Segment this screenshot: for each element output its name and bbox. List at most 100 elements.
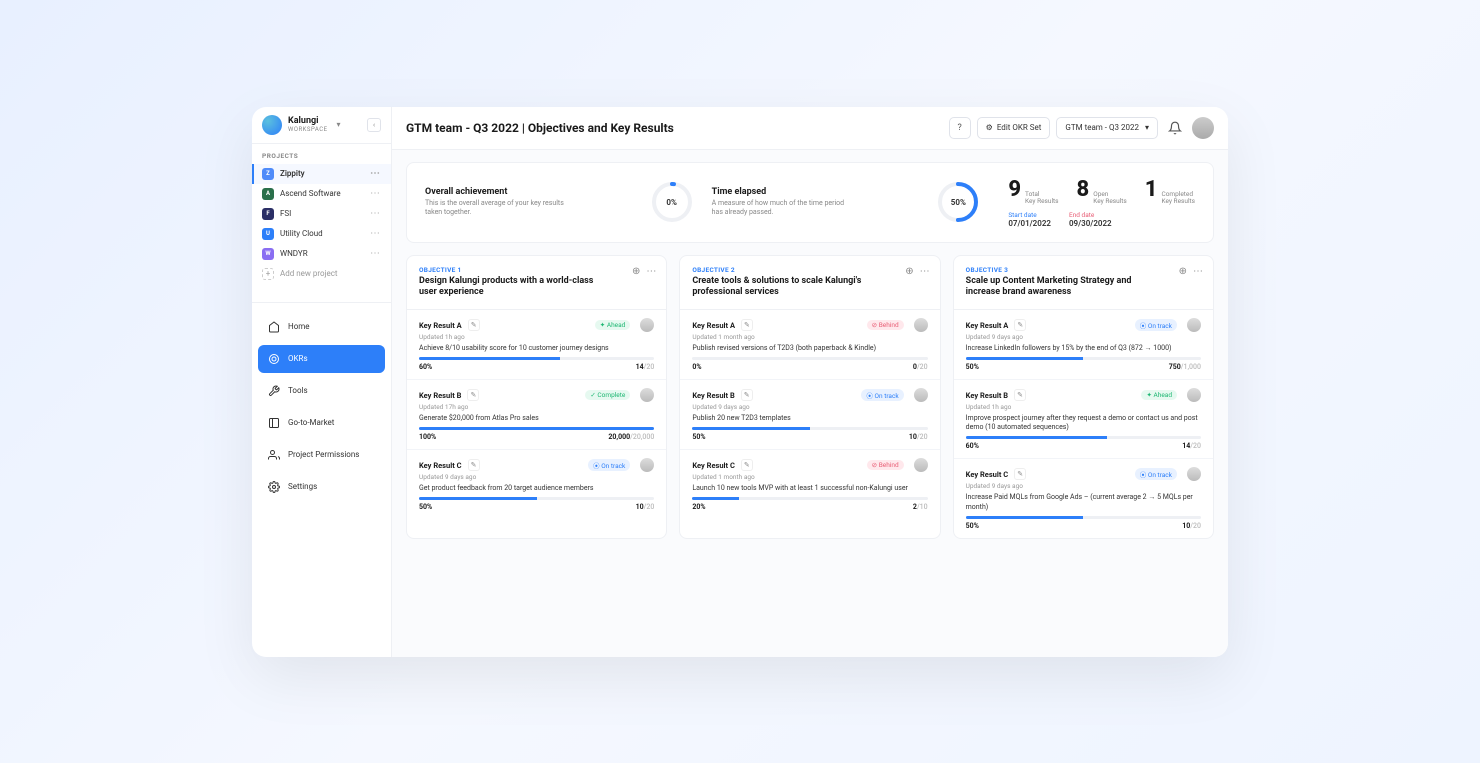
key-result-card[interactable]: Key Result B ✎ ✦ Ahead Updated 1h ago Im… (954, 380, 1213, 459)
key-result-card[interactable]: Key Result A ✎ ⊘ Behind Updated 1 month … (680, 310, 939, 380)
objective-title: Design Kalungi products with a world-cla… (419, 276, 599, 299)
key-result-card[interactable]: Key Result A ✎ ⦿ On track Updated 9 days… (954, 310, 1213, 380)
date-range: Start date 07/01/2022 End date 09/30/202… (1008, 211, 1195, 228)
objective-column: OBJECTIVE 3 Scale up Content Marketing S… (953, 255, 1214, 539)
progress-bar (419, 357, 654, 360)
end-date: End date 09/30/2022 (1069, 211, 1112, 228)
end-date-label: End date (1069, 211, 1112, 219)
key-result-card[interactable]: Key Result C ✎ ⊘ Behind Updated 1 month … (680, 450, 939, 519)
notifications-button[interactable] (1164, 117, 1186, 139)
nav-label: Home (288, 322, 310, 331)
add-kr-icon[interactable]: ⊕ (905, 266, 913, 277)
edit-icon[interactable]: ✎ (741, 389, 753, 401)
metric-number: 8 (1077, 177, 1090, 202)
workspace-switcher[interactable]: Kalungi WORKSPACE ▾ ‹ (252, 107, 391, 144)
nav-item-settings[interactable]: Settings (258, 473, 385, 501)
project-more-icon[interactable]: ⋯ (370, 188, 381, 199)
edit-icon[interactable]: ✎ (741, 319, 753, 331)
sidebar: Kalungi WORKSPACE ▾ ‹ PROJECTS ZZippity⋯… (252, 107, 392, 657)
status-badge: ⦿ On track (1135, 319, 1177, 331)
more-icon[interactable]: ⋯ (920, 266, 930, 277)
sidebar-project-item[interactable]: AAscend Software⋯ (252, 184, 391, 204)
owner-avatar[interactable] (640, 318, 654, 332)
nav-item-home[interactable]: Home (258, 313, 385, 341)
key-result-card[interactable]: Key Result B ✎ ⦿ On track Updated 9 days… (680, 380, 939, 450)
kr-target: /20 (917, 433, 928, 441)
objective-title: Create tools & solutions to scale Kalung… (692, 276, 872, 299)
nav-item-project-permissions[interactable]: Project Permissions (258, 441, 385, 469)
collapse-sidebar-button[interactable]: ‹ (367, 118, 381, 132)
key-result-card[interactable]: Key Result B ✎ ✓ Complete Updated 17h ag… (407, 380, 666, 450)
more-icon[interactable]: ⋯ (1193, 266, 1203, 277)
status-badge: ✦ Ahead (1141, 390, 1177, 400)
progress-bar (419, 427, 654, 430)
workspace-name: Kalungi (288, 116, 328, 126)
owner-avatar[interactable] (640, 458, 654, 472)
more-icon[interactable]: ⋯ (646, 266, 656, 277)
project-label: WNDYR (280, 249, 308, 258)
help-button[interactable]: ? (949, 117, 971, 139)
nav-label: Go-to-Market (288, 418, 334, 427)
kr-updated: Updated 1h ago (966, 403, 1201, 411)
chevron-down-icon: ▾ (1145, 123, 1149, 132)
topbar: GTM team - Q3 2022 | Objectives and Key … (392, 107, 1228, 150)
edit-icon[interactable]: ✎ (1014, 468, 1026, 480)
owner-avatar[interactable] (914, 318, 928, 332)
sidebar-project-item[interactable]: WWNDYR⋯ (252, 244, 391, 264)
edit-okr-set-button[interactable]: ⚙ Edit OKR Set (977, 117, 1051, 139)
project-more-icon[interactable]: ⋯ (370, 168, 381, 179)
sidebar-project-item[interactable]: UUtility Cloud⋯ (252, 224, 391, 244)
top-actions: ? ⚙ Edit OKR Set GTM team - Q3 2022 ▾ (949, 117, 1214, 139)
status-badge: ✦ Ahead (595, 320, 631, 330)
project-icon: F (262, 208, 274, 220)
kr-list: Key Result A ✎ ✦ Ahead Updated 1h ago Ac… (407, 310, 666, 519)
key-result-card[interactable]: Key Result C ✎ ⦿ On track Updated 9 days… (954, 459, 1213, 537)
progress-bar (692, 497, 927, 500)
gear-icon: ⚙ (986, 123, 993, 132)
achievement-ring: 0% (650, 180, 694, 224)
stats-card: Overall achievement This is the overall … (406, 162, 1214, 243)
owner-avatar[interactable] (1187, 318, 1201, 332)
nav-icon (268, 385, 280, 397)
add-project-button[interactable]: + Add new project (252, 264, 391, 284)
status-badge: ✓ Complete (585, 390, 630, 400)
project-more-icon[interactable]: ⋯ (370, 208, 381, 219)
sidebar-project-item[interactable]: ZZippity⋯ (252, 164, 391, 184)
edit-icon[interactable]: ✎ (468, 319, 480, 331)
owner-avatar[interactable] (1187, 388, 1201, 402)
project-icon: Z (262, 168, 274, 180)
kr-name: Key Result B (419, 391, 461, 400)
add-kr-icon[interactable]: ⊕ (632, 266, 640, 277)
sidebar-project-item[interactable]: FFSI⋯ (252, 204, 391, 224)
kr-name: Key Result B (692, 391, 734, 400)
edit-icon[interactable]: ✎ (1014, 389, 1026, 401)
project-more-icon[interactable]: ⋯ (370, 228, 381, 239)
key-result-card[interactable]: Key Result C ✎ ⦿ On track Updated 9 days… (407, 450, 666, 519)
owner-avatar[interactable] (1187, 467, 1201, 481)
kr-description: Publish 20 new T2D3 templates (692, 414, 927, 423)
objective-column: OBJECTIVE 1 Design Kalungi products with… (406, 255, 667, 539)
owner-avatar[interactable] (640, 388, 654, 402)
edit-icon[interactable]: ✎ (467, 389, 479, 401)
nav-item-go-to-market[interactable]: Go-to-Market (258, 409, 385, 437)
user-avatar[interactable] (1192, 117, 1214, 139)
nav-item-tools[interactable]: Tools (258, 377, 385, 405)
edit-icon[interactable]: ✎ (1014, 319, 1026, 331)
edit-icon[interactable]: ✎ (741, 459, 753, 471)
kr-updated: Updated 9 days ago (419, 473, 654, 481)
nav-item-okrs[interactable]: OKRs (258, 345, 385, 373)
achievement-pct: 0% (666, 198, 677, 207)
owner-avatar[interactable] (914, 388, 928, 402)
kr-pct: 0% (692, 363, 701, 371)
time-elapsed-block: Time elapsed A measure of how much of th… (712, 187, 919, 217)
edit-icon[interactable]: ✎ (468, 459, 480, 471)
key-result-card[interactable]: Key Result A ✎ ✦ Ahead Updated 1h ago Ac… (407, 310, 666, 380)
owner-avatar[interactable] (914, 458, 928, 472)
okr-set-selector[interactable]: GTM team - Q3 2022 ▾ (1056, 117, 1158, 139)
time-ring: 50% (936, 180, 980, 224)
nav-label: Settings (288, 482, 317, 491)
nav-icon (268, 449, 280, 461)
project-more-icon[interactable]: ⋯ (370, 248, 381, 259)
status-badge: ⊘ Behind (867, 320, 904, 330)
add-kr-icon[interactable]: ⊕ (1179, 266, 1187, 277)
